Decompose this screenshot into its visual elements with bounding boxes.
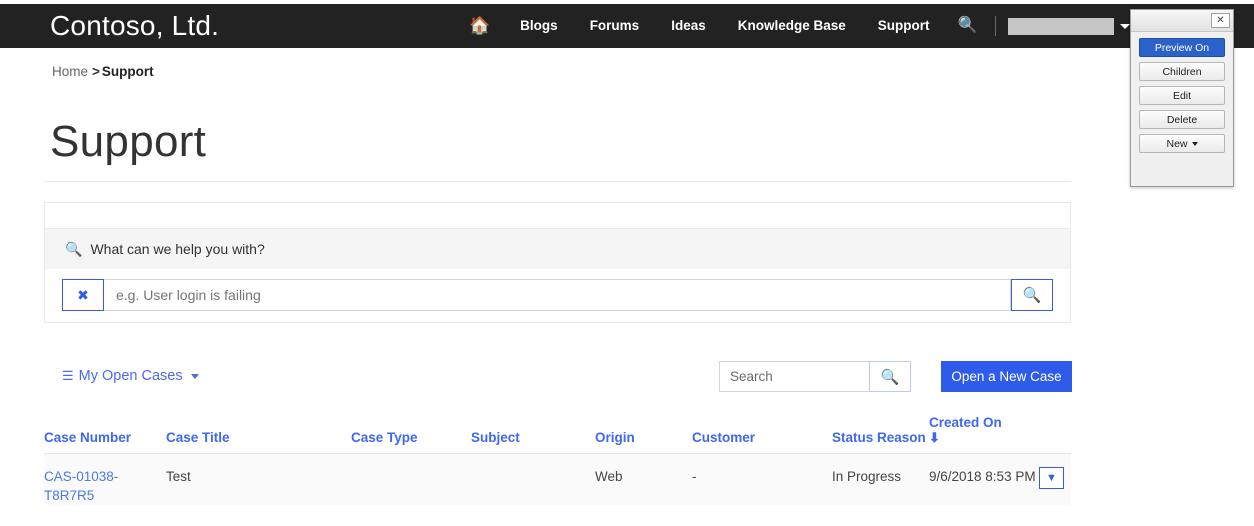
panel-search-row: ✖ 🔍 xyxy=(45,269,1070,321)
panel-heading-label: What can we help you with? xyxy=(90,241,265,257)
view-selector-label: My Open Cases xyxy=(78,368,183,384)
column-header-case-type[interactable]: Case Type xyxy=(351,415,471,454)
column-header-case-title[interactable]: Case Title xyxy=(166,415,351,454)
column-header-case-number[interactable]: Case Number xyxy=(44,415,166,454)
home-icon[interactable]: 🏠 xyxy=(455,4,504,48)
chevron-down-icon xyxy=(1191,141,1198,146)
breadcrumb: Home > Support xyxy=(52,64,154,79)
column-header-actions xyxy=(1039,415,1071,454)
column-header-created-on[interactable]: Created On ⬇ xyxy=(929,415,1039,454)
editor-panel-titlebar: ✕ xyxy=(1131,10,1233,32)
close-icon[interactable]: ✕ xyxy=(1211,13,1230,28)
panel-heading: 🔍 What can we help you with? xyxy=(45,229,1070,269)
preview-on-button[interactable]: Preview On xyxy=(1139,38,1225,57)
table-search-button[interactable]: 🔍 xyxy=(869,361,911,392)
cell-case-type xyxy=(351,454,471,506)
cases-table: Case Number Case Title Case Type Subject… xyxy=(44,415,1071,505)
column-header-status-reason[interactable]: Status Reason xyxy=(832,415,929,454)
nav-item-forums[interactable]: Forums xyxy=(574,4,656,48)
row-menu-chevron-down-icon[interactable]: ▼ xyxy=(1039,467,1064,489)
top-navigation-bar: Contoso, Ltd. 🏠 Blogs Forums Ideas Knowl… xyxy=(0,4,1254,48)
chevron-down-icon xyxy=(1120,23,1131,29)
column-header-created-on-label: Created On xyxy=(929,415,1002,430)
page-title: Support xyxy=(50,117,207,166)
cell-origin: Web xyxy=(595,469,623,484)
search-icon[interactable]: 🔍 xyxy=(946,4,990,48)
panel-top-strip xyxy=(45,203,1070,229)
nav-item-blogs[interactable]: Blogs xyxy=(504,4,574,48)
nav-item-knowledge-base[interactable]: Knowledge Base xyxy=(722,4,862,48)
column-header-status-reason-label: Status Reason xyxy=(832,430,926,445)
title-divider xyxy=(44,181,1071,182)
user-name-redacted xyxy=(1008,17,1115,35)
cell-created-on: 9/6/2018 8:53 PM xyxy=(929,469,1036,484)
list-icon: ☰ xyxy=(62,368,74,383)
table-search-group: 🔍 xyxy=(719,361,911,392)
arrow-down-icon: ⬇ xyxy=(929,430,940,445)
new-button-label: New xyxy=(1166,137,1188,150)
breadcrumb-current: Support xyxy=(101,64,154,79)
chevron-down-icon xyxy=(190,373,199,379)
nav-item-support[interactable]: Support xyxy=(862,4,946,48)
column-header-subject[interactable]: Subject xyxy=(471,415,595,454)
user-account-menu[interactable] xyxy=(1008,17,1131,35)
new-button[interactable]: New xyxy=(1139,134,1225,153)
cell-case-title: Test xyxy=(166,469,191,484)
search-icon: 🔍 xyxy=(65,240,83,257)
table-row[interactable]: CAS-01038-T8R7R5 Test Web - In Progress … xyxy=(44,453,1071,506)
knowledge-search-submit-button[interactable]: 🔍 xyxy=(1011,279,1053,311)
view-selector[interactable]: ☰ My Open Cases xyxy=(62,368,199,384)
cell-customer: - xyxy=(692,469,697,484)
editor-panel-buttons: Preview On Children Edit Delete New xyxy=(1131,32,1233,159)
cell-case-number: CAS-01038-T8R7R5 xyxy=(44,454,166,506)
cell-subject xyxy=(471,454,595,506)
cell-status-reason: In Progress xyxy=(832,469,902,484)
primary-nav: 🏠 Blogs Forums Ideas Knowledge Base Supp… xyxy=(455,4,1131,48)
page-root: Contoso, Ltd. 🏠 Blogs Forums Ideas Knowl… xyxy=(0,0,1254,526)
case-number-link[interactable]: CAS-01038-T8R7R5 xyxy=(44,469,118,503)
breadcrumb-home[interactable]: Home xyxy=(52,64,88,79)
table-search-input[interactable] xyxy=(719,361,869,392)
nav-item-ideas[interactable]: Ideas xyxy=(655,4,722,48)
delete-button[interactable]: Delete xyxy=(1139,110,1225,129)
table-header-row: Case Number Case Title Case Type Subject… xyxy=(44,415,1071,454)
knowledge-search-input[interactable] xyxy=(104,279,1011,311)
site-brand[interactable]: Contoso, Ltd. xyxy=(50,10,219,42)
breadcrumb-separator: > xyxy=(92,64,100,79)
open-new-case-button[interactable]: Open a New Case xyxy=(941,361,1072,392)
clear-search-button[interactable]: ✖ xyxy=(62,279,104,311)
knowledge-search-panel: 🔍 What can we help you with? ✖ 🔍 xyxy=(44,202,1071,323)
edit-button[interactable]: Edit xyxy=(1139,86,1225,105)
cases-grid: Case Number Case Title Case Type Subject… xyxy=(44,415,1071,505)
children-button[interactable]: Children xyxy=(1139,62,1225,81)
column-header-origin[interactable]: Origin xyxy=(595,415,692,454)
cell-row-actions: ▼ xyxy=(1039,454,1071,506)
content-editor-panel: ✕ Preview On Children Edit Delete New xyxy=(1130,9,1234,187)
column-header-customer[interactable]: Customer xyxy=(692,415,832,454)
nav-divider xyxy=(995,16,997,36)
